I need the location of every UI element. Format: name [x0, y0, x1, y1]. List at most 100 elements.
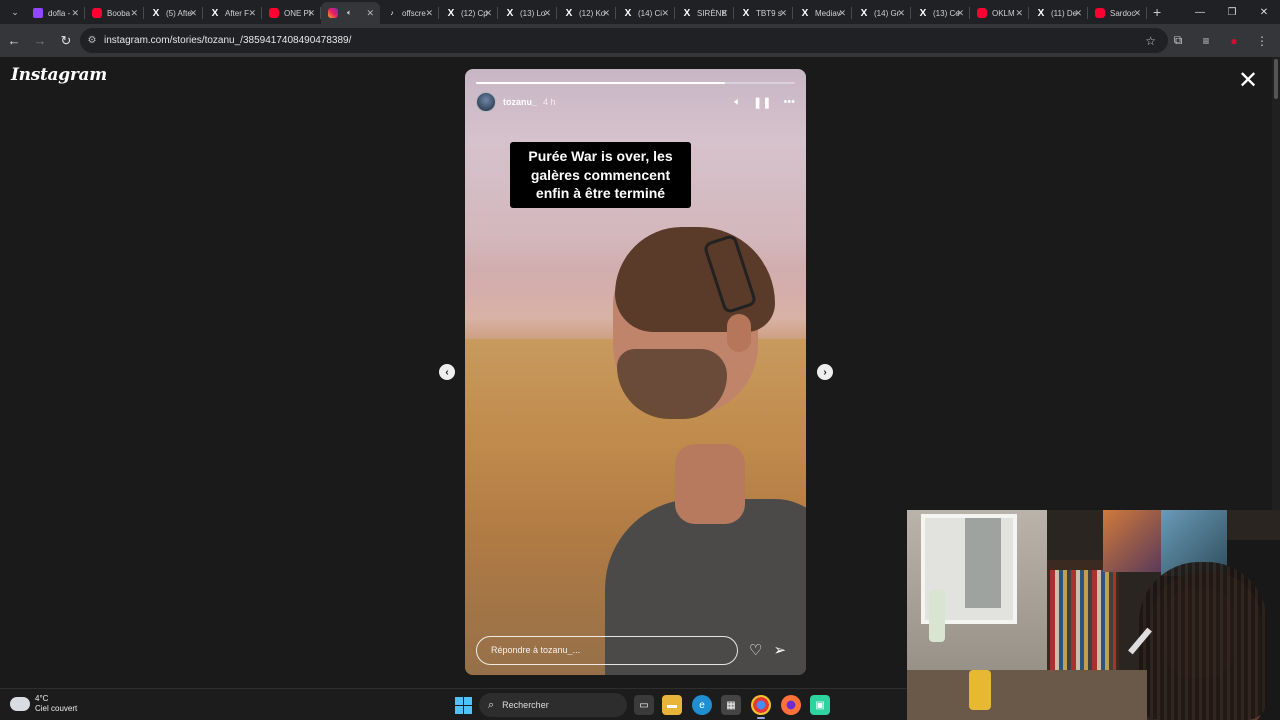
browser-tab[interactable]: ONE PI ✕ [262, 2, 321, 24]
tab-close-icon[interactable]: ✕ [602, 8, 610, 19]
browser-tab[interactable]: X (12) Cp ✕ [439, 2, 498, 24]
browser-tab[interactable]: X (11) De ✕ [1029, 2, 1088, 24]
heart-icon[interactable]: ♡ [749, 641, 762, 659]
window-controls: — ❐ ✕ [1184, 0, 1280, 24]
weather-desc: Ciel couvert [35, 704, 78, 713]
tab-label: Sardoc [1110, 8, 1136, 18]
story-person-neck [675, 444, 745, 524]
minimize-icon[interactable]: — [1184, 0, 1216, 24]
file-explorer-icon[interactable]: ▬ [662, 695, 682, 715]
close-window-icon[interactable]: ✕ [1248, 0, 1280, 24]
browser-tab[interactable]: X After F ✕ [203, 2, 262, 24]
instagram-icon [328, 8, 338, 18]
story-progress-bar [476, 82, 795, 84]
task-view-icon[interactable]: ▭ [634, 695, 654, 715]
tab-close-icon[interactable]: ✕ [897, 8, 905, 19]
site-info-icon[interactable]: ⚙ [80, 28, 104, 53]
new-tab-button[interactable]: + [1153, 4, 1161, 20]
tab-close-icon[interactable]: ✕ [838, 8, 846, 19]
tab-close-icon[interactable]: ✕ [484, 8, 492, 19]
browser-tab[interactable]: Booba ✕ [85, 2, 144, 24]
firefox-icon[interactable] [781, 695, 801, 715]
tab-close-icon[interactable]: ✕ [1074, 8, 1082, 19]
browser-tab[interactable]: X (12) Ko ✕ [557, 2, 616, 24]
mute-icon[interactable]: 🔈︎ [734, 96, 741, 109]
twitch-icon [33, 8, 43, 18]
browser-tab[interactable]: X Mediav ✕ [793, 2, 852, 24]
avatar[interactable] [476, 92, 496, 112]
webcam-overlay [907, 510, 1280, 720]
reply-input[interactable] [476, 635, 738, 665]
tab-audio-icon[interactable]: 🔈︎ [347, 8, 352, 18]
start-button[interactable] [455, 697, 472, 714]
browser-tab[interactable]: X (14) Gr ✕ [852, 2, 911, 24]
store-icon[interactable]: ▦ [721, 695, 741, 715]
browser-tab[interactable]: X TBT9 s ✕ [734, 2, 793, 24]
youtube-icon [269, 8, 279, 18]
address-bar[interactable]: ⚙ instagram.com/stories/tozanu_/38594174… [80, 28, 1168, 53]
tab-label: (11) De [1051, 8, 1078, 18]
browser-tab[interactable]: X SIRÈNE ✕ [675, 2, 734, 24]
url-text[interactable]: instagram.com/stories/tozanu_/3859417408… [104, 35, 351, 46]
tab-close-icon[interactable]: ✕ [543, 8, 551, 19]
story-username[interactable]: tozanu_ [503, 97, 537, 107]
edge-icon[interactable]: e [692, 695, 712, 715]
instagram-logo[interactable]: Instagram [11, 65, 107, 85]
browser-tab[interactable]: ♪ offscre ✕ [380, 2, 439, 24]
tab-close-icon[interactable]: ✕ [425, 8, 433, 19]
tab-close-icon[interactable]: ✕ [956, 8, 964, 19]
browser-tab[interactable]: 🔈︎ ✕ [321, 2, 380, 24]
previous-story-button[interactable]: ‹ [439, 364, 455, 380]
tab-close-icon[interactable]: ✕ [661, 8, 669, 19]
weather-widget[interactable]: 4°C Ciel couvert [10, 694, 77, 714]
tab-label: (12) Ko [579, 8, 606, 18]
chrome-icon[interactable] [751, 695, 771, 719]
tab-close-icon[interactable]: ✕ [779, 8, 787, 19]
next-story-button[interactable]: › [817, 364, 833, 380]
tab-close-icon[interactable]: ✕ [248, 8, 256, 19]
browser-tab[interactable]: X (13) Lo ✕ [498, 2, 557, 24]
profile-icon[interactable]: ● [1220, 28, 1248, 53]
cloud-icon [10, 697, 30, 711]
toolbar-right: ⧉ ≡ ● ⋮ [1164, 28, 1276, 53]
reload-button[interactable]: ↻ [54, 29, 78, 53]
media-icon[interactable]: ≡ [1192, 28, 1220, 53]
x-icon: X [506, 7, 514, 19]
caption-line: galères commencent [530, 166, 671, 183]
browser-tab[interactable]: dofla - ✕ [26, 2, 85, 24]
story-card[interactable]: tozanu_ 4 h 🔈︎ ❚❚ ••• Purée War is over,… [465, 69, 806, 675]
webcam-hair [1139, 562, 1267, 720]
close-icon[interactable]: ✕ [1238, 69, 1258, 93]
tab-close-icon[interactable]: ✕ [720, 8, 728, 19]
tab-close-icon[interactable]: ✕ [189, 8, 197, 19]
browser-tab[interactable]: OKLM ✕ [970, 2, 1029, 24]
tab-label: Mediav [815, 8, 841, 18]
browser-tab[interactable]: X (13) Ce ✕ [911, 2, 970, 24]
tab-search-button[interactable]: ⌄ [4, 2, 26, 22]
taskbar-search[interactable]: ⌕ Rechercher [479, 693, 627, 717]
more-options-icon[interactable]: ••• [783, 96, 795, 108]
pause-icon[interactable]: ❚❚ [753, 96, 771, 109]
tab-close-icon[interactable]: ✕ [1133, 8, 1141, 19]
forward-button[interactable]: → [28, 29, 52, 53]
browser-tab[interactable]: X (5) Afte ✕ [144, 2, 203, 24]
browser-tab[interactable]: Sardoc ✕ [1088, 2, 1147, 24]
tab-close-icon[interactable]: ✕ [366, 8, 374, 19]
tab-close-icon[interactable]: ✕ [130, 8, 138, 19]
browser-tab[interactable]: X (14) Ci ✕ [616, 2, 675, 24]
send-icon[interactable]: ➢ [773, 641, 786, 659]
scrollbar-thumb[interactable] [1274, 59, 1278, 99]
bookmark-star-icon[interactable]: ☆ [1145, 34, 1156, 48]
x-icon: X [801, 7, 809, 19]
tab-close-icon[interactable]: ✕ [71, 8, 79, 19]
tab-close-icon[interactable]: ✕ [307, 8, 315, 19]
caption-line: Purée War is over, les [528, 148, 673, 164]
extensions-icon[interactable]: ⧉ [1164, 28, 1192, 53]
story-person-ear [727, 314, 751, 352]
back-button[interactable]: ← [2, 29, 26, 53]
tab-close-icon[interactable]: ✕ [1015, 8, 1023, 19]
restore-icon[interactable]: ❐ [1216, 0, 1248, 24]
menu-icon[interactable]: ⋮ [1248, 28, 1276, 53]
tab-label: (5) Afte [166, 8, 192, 18]
streaming-app-icon[interactable]: ▣ [810, 695, 830, 715]
